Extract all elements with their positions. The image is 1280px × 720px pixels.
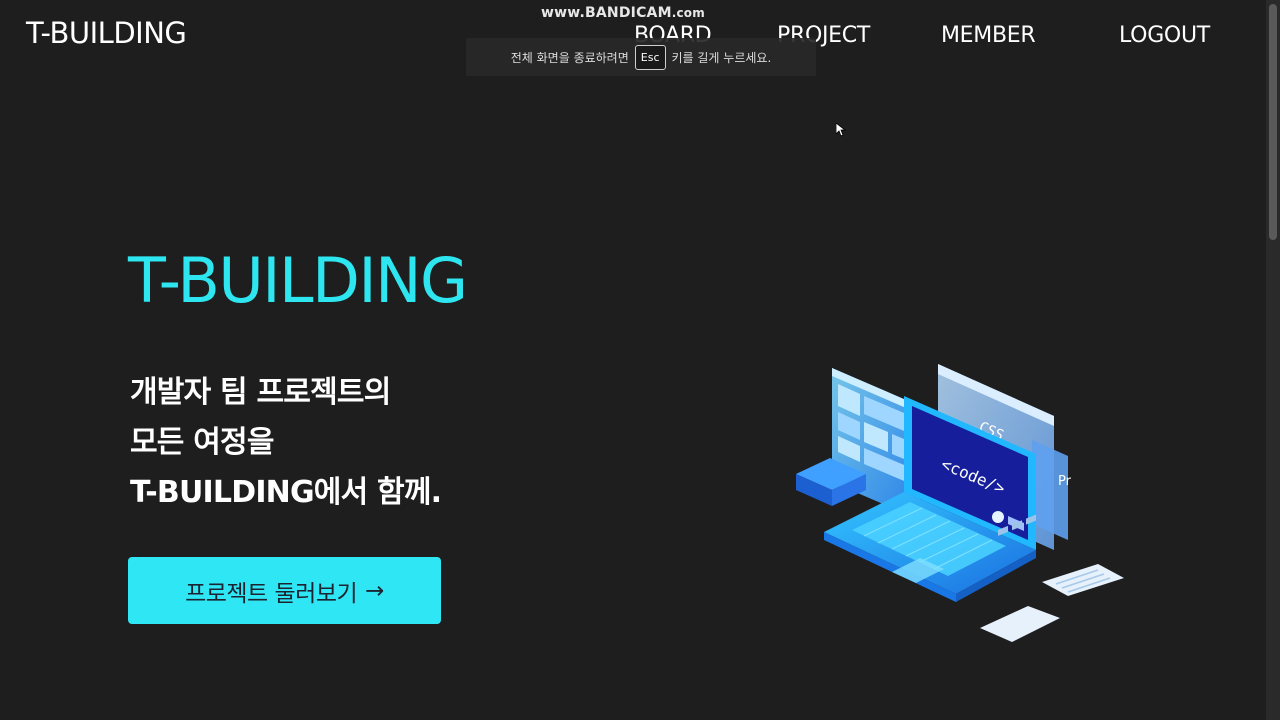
laptop-illustration: CSS Pr <code/> xyxy=(796,364,1124,642)
watermark-main: www.BANDICAM xyxy=(541,5,672,21)
browse-projects-button[interactable]: 프로젝트 둘러보기 → xyxy=(128,557,441,624)
cta-label: 프로젝트 둘러보기 xyxy=(185,580,358,607)
hero-line-1: 개발자 팀 프로젝트의 xyxy=(130,375,391,410)
notice-text-before: 전체 화면을 종료하려면 xyxy=(510,50,629,65)
esc-key-badge: Esc xyxy=(634,44,666,70)
arrow-right-icon: → xyxy=(365,577,384,604)
fullscreen-exit-notice: 전체 화면을 종료하려면 Esc 키를 길게 누르세요. xyxy=(466,38,816,76)
site-logo[interactable]: T-BUILDING xyxy=(26,16,187,50)
bandicam-watermark: www.BANDICAM.com xyxy=(541,5,705,21)
mouse-pointer-icon xyxy=(836,123,846,137)
nav-logout[interactable]: LOGOUT xyxy=(1119,23,1210,48)
hero-title: T-BUILDING xyxy=(128,244,468,317)
watermark-suffix: .com xyxy=(671,6,705,20)
side-window-panel: Pr xyxy=(1032,440,1072,540)
hero-line-2: 모든 여정을 xyxy=(130,425,274,460)
page: T-BUILDING BOARD PROJECT MEMBER LOGOUT w… xyxy=(0,0,1280,720)
hero-line-3: T-BUILDING에서 함께. xyxy=(130,475,442,510)
side-label: Pr xyxy=(1058,474,1072,489)
notice-text-after: 키를 길게 누르세요. xyxy=(671,50,772,65)
nav-member[interactable]: MEMBER xyxy=(941,23,1036,48)
hero-tagline: 개발자 팀 프로젝트의 모든 여정을 T-BUILDING에서 함께. xyxy=(130,368,442,518)
scrollbar-thumb[interactable] xyxy=(1269,4,1277,240)
vertical-scrollbar[interactable] xyxy=(1266,0,1280,720)
